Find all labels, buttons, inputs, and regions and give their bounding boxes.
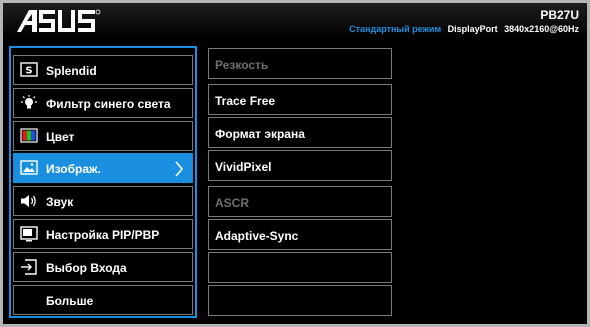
input-port: DisplayPort <box>447 24 498 34</box>
sub-item-empty <box>208 252 392 283</box>
bulb-icon <box>21 95 37 109</box>
color-bars-icon <box>20 128 38 143</box>
menu-item-splendid[interactable]: S Splendid <box>13 55 193 85</box>
osd-window: PB27U Стандартный режим DisplayPort 3840… <box>0 0 590 327</box>
chevron-right-icon <box>175 161 184 177</box>
menu-label: Цвет <box>46 130 75 144</box>
sub-item-label: Adaptive-Sync <box>215 229 299 243</box>
speaker-icon <box>21 195 36 207</box>
sub-item-trace-free[interactable]: Trace Free <box>208 84 392 115</box>
sub-item-label: Формат экрана <box>215 127 305 141</box>
menu-label: Изображ. <box>46 162 101 176</box>
menu-label: Фильтр синего света <box>46 97 171 111</box>
input-select-icon <box>21 259 37 275</box>
menu-item-color[interactable]: Цвет <box>13 121 193 151</box>
splendid-s-icon: S <box>20 62 38 77</box>
sub-item-adaptive-sync[interactable]: Adaptive-Sync <box>208 219 392 250</box>
status-bar: Стандартный режим DisplayPort 3840x2160@… <box>349 24 579 34</box>
sub-menu: Резкость Trace Free Формат экрана VividP… <box>208 46 392 318</box>
sub-item-label: Trace Free <box>215 94 276 108</box>
sub-item-ascr: ASCR <box>208 186 392 217</box>
menu-label: Звук <box>46 195 74 209</box>
sub-item-label: VividPixel <box>215 160 272 174</box>
main-menu: S Splendid Фильтр синего света Цвет Изоб… <box>9 46 197 318</box>
menu-label: Выбор Входа <box>46 261 127 275</box>
menu-item-pip-pbp[interactable]: Настройка PIP/PBP <box>13 219 193 249</box>
menu-item-blue-light-filter[interactable]: Фильтр синего света <box>13 88 193 118</box>
osd-header: PB27U Стандартный режим DisplayPort 3840… <box>3 3 587 39</box>
model-name: PB27U <box>540 8 579 22</box>
menu-item-input-select[interactable]: Выбор Входа <box>13 252 193 282</box>
svg-text:S: S <box>25 66 32 77</box>
sub-item-empty <box>208 285 392 316</box>
image-icon <box>20 160 38 175</box>
menu-label: Настройка PIP/PBP <box>46 228 160 242</box>
sub-item-label: Резкость <box>215 58 269 72</box>
pip-icon <box>20 226 38 242</box>
sub-item-sharpness: Резкость <box>208 48 392 79</box>
menu-item-more[interactable]: Больше <box>13 285 193 315</box>
asus-logo <box>17 9 101 32</box>
menu-item-sound[interactable]: Звук <box>13 186 193 216</box>
resolution: 3840x2160@60Hz <box>504 24 579 34</box>
menu-label: Больше <box>46 294 94 308</box>
menu-item-image[interactable]: Изображ. <box>13 153 193 183</box>
sub-item-vividpixel[interactable]: VividPixel <box>208 150 392 181</box>
menu-label: Splendid <box>46 64 97 78</box>
sub-item-label: ASCR <box>215 196 250 210</box>
display-mode: Стандартный режим <box>349 24 442 34</box>
sub-item-aspect-control[interactable]: Формат экрана <box>208 117 392 148</box>
